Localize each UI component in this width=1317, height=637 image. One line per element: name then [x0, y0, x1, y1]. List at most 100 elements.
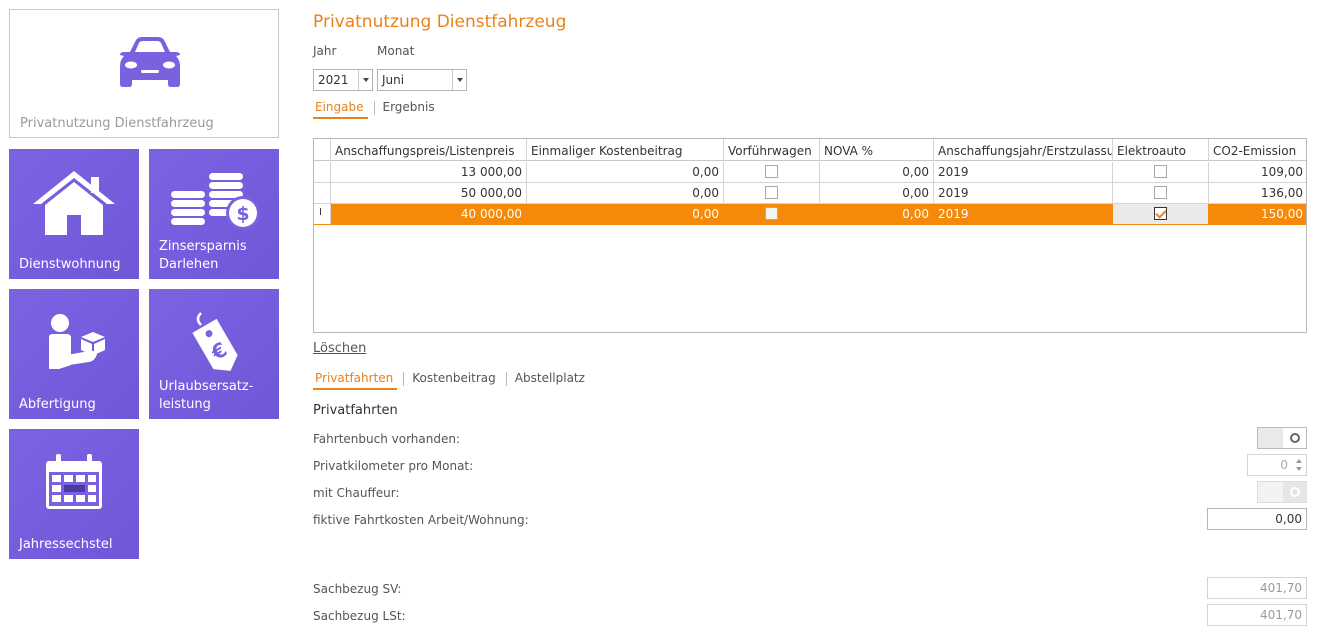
tab-separator — [373, 101, 375, 115]
cell-nova[interactable]: 0,00 — [820, 183, 934, 204]
chauffeur-label: mit Chauffeur: — [313, 486, 400, 500]
toggle-knob-icon — [1290, 433, 1300, 443]
tab-separator — [505, 372, 507, 386]
sachbezug-sv-field: 401,70 — [1207, 577, 1307, 599]
tab-kostenbeitrag[interactable]: Kostenbeitrag — [410, 371, 500, 390]
elektroauto-checkbox[interactable] — [1154, 165, 1167, 178]
delete-link[interactable]: Löschen — [313, 341, 366, 356]
sachbezug-lst-field: 401,70 — [1207, 604, 1307, 626]
vorfuehrwagen-checkbox[interactable] — [765, 186, 778, 199]
fiktive-fahrtkosten-field[interactable]: 0,00 — [1207, 508, 1307, 530]
tab-abstellplatz[interactable]: Abstellplatz — [513, 371, 589, 390]
privatkilometer-stepper[interactable]: 0 — [1247, 454, 1307, 476]
elektroauto-checkbox-checked[interactable] — [1154, 207, 1167, 220]
cell-vorfuehrwagen[interactable] — [724, 183, 820, 204]
car-icon — [120, 37, 180, 87]
vorfuehrwagen-checkbox[interactable] — [765, 165, 778, 178]
tab-privatfahrten[interactable]: Privatfahrten — [313, 371, 398, 390]
year-dropdown[interactable]: 2021 — [313, 69, 373, 91]
euro-tag-icon: € — [192, 312, 238, 371]
cell-kostenbeitrag[interactable]: 0,00 — [527, 183, 724, 204]
fahrtenbuch-label: Fahrtenbuch vorhanden: — [313, 432, 461, 446]
house-icon — [33, 171, 115, 235]
cell-elektroauto[interactable] — [1113, 183, 1209, 204]
col-header-anschaffungsjahr[interactable]: Anschaffungsjahr/Erstzulassun... — [934, 139, 1113, 161]
table-row-selected[interactable]: I 40 000,00 0,00 0,00 2019 150,00 — [314, 204, 1306, 225]
fiktive-fahrtkosten-label: fiktive Fahrtkosten Arbeit/Wohnung: — [313, 513, 529, 527]
tile-zinsersparnis-darlehen[interactable]: $ Zinsersparnis Darlehen — [149, 149, 279, 279]
col-header-nova[interactable]: NOVA % — [820, 139, 934, 161]
chevron-down-icon[interactable] — [358, 70, 372, 90]
month-dropdown[interactable]: Juni — [377, 69, 467, 91]
col-header-co2[interactable]: CO2-Emission — [1209, 139, 1306, 161]
cell-nova[interactable]: 0,00 — [820, 162, 934, 183]
vorfuehrwagen-checkbox[interactable] — [765, 207, 778, 220]
cell-anschaffungsjahr[interactable]: 2019 — [934, 162, 1113, 183]
col-header-elektroauto[interactable]: Elektroauto — [1113, 139, 1209, 161]
main-tabs: Eingabe Ergebnis — [313, 100, 445, 119]
cell-anschaffungspreis[interactable]: 40 000,00 — [331, 204, 527, 225]
tile-privatnutzung-dienstfahrzeug[interactable]: Privatnutzung Dienstfahrzeug — [9, 9, 279, 138]
toggle-track — [1258, 482, 1283, 502]
cell-co2[interactable]: 136,00 — [1209, 183, 1306, 204]
cell-vorfuehrwagen[interactable] — [724, 162, 820, 183]
cell-nova[interactable]: 0,00 — [820, 204, 934, 225]
svg-text:$: $ — [236, 203, 249, 225]
chauffeur-toggle[interactable] — [1257, 481, 1307, 503]
privatkilometer-label: Privatkilometer pro Monat: — [313, 459, 474, 473]
fahrtenbuch-toggle[interactable] — [1257, 427, 1307, 449]
tile-dienstwohnung[interactable]: Dienstwohnung — [9, 149, 139, 279]
toggle-track — [1258, 428, 1283, 448]
sub-tabs: Privatfahrten Kostenbeitrag Abstellplatz — [313, 371, 595, 390]
tab-ergebnis[interactable]: Ergebnis — [381, 100, 439, 119]
table-row[interactable]: 50 000,00 0,00 0,00 2019 136,00 — [314, 183, 1306, 204]
month-value: Juni — [382, 73, 405, 87]
tile-jahressechstel[interactable]: Jahressechstel — [9, 429, 139, 559]
year-label: Jahr — [313, 44, 337, 58]
table-row[interactable]: 13 000,00 0,00 0,00 2019 109,00 — [314, 162, 1306, 183]
sachbezug-lst-label: Sachbezug LSt: — [313, 609, 406, 623]
cell-elektroauto[interactable] — [1113, 162, 1209, 183]
month-label: Monat — [377, 44, 415, 58]
vehicle-grid: Anschaffungspreis/Listenpreis Einmaliger… — [313, 138, 1307, 333]
tab-eingabe[interactable]: Eingabe — [313, 100, 368, 119]
cell-vorfuehrwagen[interactable] — [724, 204, 820, 225]
coins-dollar-icon: $ — [171, 173, 260, 230]
tab-separator — [403, 372, 405, 386]
cell-anschaffungsjahr[interactable]: 2019 — [934, 204, 1113, 225]
person-package-icon — [49, 314, 105, 369]
cell-anschaffungsjahr[interactable]: 2019 — [934, 183, 1113, 204]
tile-abfertigung[interactable]: Abfertigung — [9, 289, 139, 419]
tile-label: Jahressechstel — [19, 537, 113, 552]
row-indicator — [314, 162, 331, 183]
grid-header-indicator — [314, 139, 331, 161]
tile-label: Abfertigung — [19, 397, 96, 412]
stepper-down-icon[interactable] — [1296, 467, 1302, 471]
col-header-anschaffungspreis[interactable]: Anschaffungspreis/Listenpreis — [331, 139, 527, 161]
cell-elektroauto[interactable] — [1113, 204, 1209, 225]
cell-kostenbeitrag[interactable]: 0,00 — [527, 162, 724, 183]
tile-label: Zinsersparnis Darlehen — [159, 239, 247, 272]
cell-anschaffungspreis[interactable]: 50 000,00 — [331, 183, 527, 204]
col-header-vorfuehrwagen[interactable]: Vorführwagen — [724, 139, 820, 161]
toggle-knob-icon — [1290, 487, 1300, 497]
cell-co2[interactable]: 109,00 — [1209, 162, 1306, 183]
cell-co2[interactable]: 150,00 — [1209, 204, 1306, 225]
tile-label: Urlaubsersatz-leistung — [159, 379, 254, 412]
tile-urlaubsersatzleistung[interactable]: € Urlaubsersatz-leistung — [149, 289, 279, 419]
year-value: 2021 — [318, 73, 349, 87]
elektroauto-checkbox[interactable] — [1154, 186, 1167, 199]
privatkilometer-value: 0 — [1280, 458, 1288, 472]
cell-kostenbeitrag[interactable]: 0,00 — [527, 204, 724, 225]
calendar-icon — [46, 454, 102, 509]
stepper-up-icon[interactable] — [1296, 459, 1302, 463]
tile-label: Privatnutzung Dienstfahrzeug — [20, 116, 214, 131]
chevron-down-icon[interactable] — [452, 70, 466, 90]
tile-label: Dienstwohnung — [19, 257, 121, 272]
col-header-kostenbeitrag[interactable]: Einmaliger Kostenbeitrag — [527, 139, 724, 161]
cell-anschaffungspreis[interactable]: 13 000,00 — [331, 162, 527, 183]
grid-header-row: Anschaffungspreis/Listenpreis Einmaliger… — [314, 139, 1306, 161]
section-title-privatfahrten: Privatfahrten — [313, 403, 398, 418]
row-indicator — [314, 183, 331, 204]
row-edit-indicator: I — [314, 204, 331, 225]
